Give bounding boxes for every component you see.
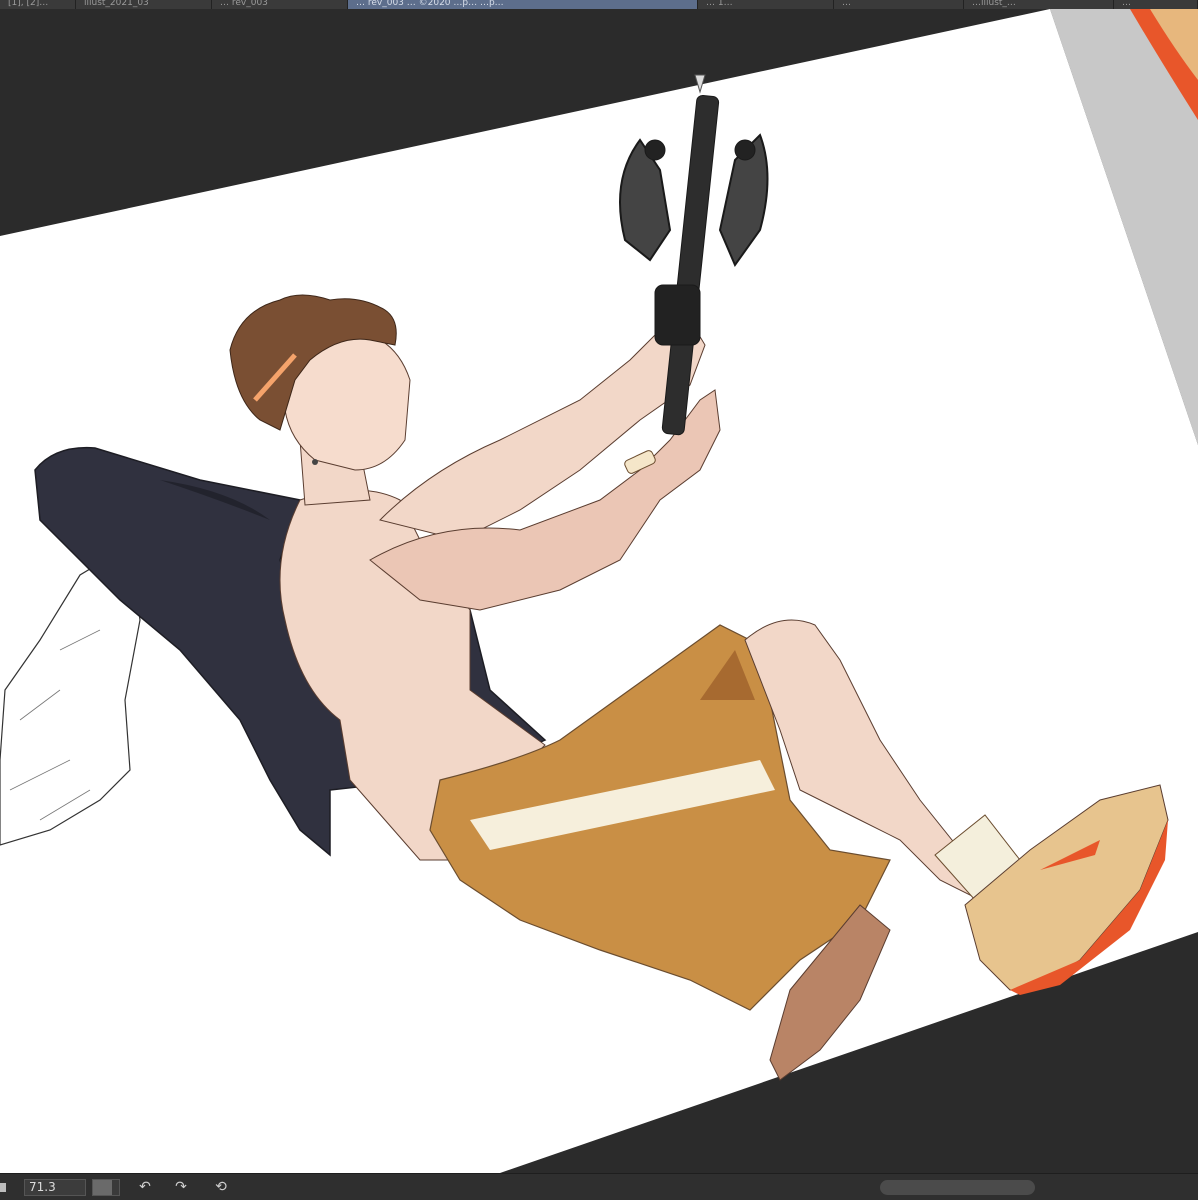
navigator-toggle[interactable]: [0, 1183, 6, 1192]
earring: [312, 459, 318, 465]
canvas-workspace[interactable]: [0, 9, 1198, 1173]
redo-icon[interactable]: ↷: [170, 1178, 192, 1197]
document-tab[interactable]: … 1…: [698, 0, 834, 9]
zoom-input[interactable]: 71.3: [24, 1179, 86, 1196]
document-tab-active[interactable]: … rev_003 … ©2020 …p… …p…: [348, 0, 698, 9]
document-tab[interactable]: …: [1114, 0, 1198, 9]
document-tab[interactable]: …illust_…: [964, 0, 1114, 9]
zoom-slider-fill: [93, 1180, 112, 1195]
zoom-slider[interactable]: [92, 1179, 120, 1196]
undo-icon[interactable]: ↶: [134, 1178, 156, 1197]
document-tab[interactable]: [1], [2]…: [0, 0, 76, 9]
document-tab-bar: [1], [2]… illust_2021_03 … rev_003 … rev…: [0, 0, 1198, 9]
status-bar: 71.3 ↶ ↷ ⟲: [0, 1173, 1198, 1200]
document-tab[interactable]: …: [834, 0, 964, 9]
horizontal-scrollbar[interactable]: [880, 1180, 1035, 1195]
canvas-artwork[interactable]: [0, 9, 1198, 1173]
document-tab[interactable]: … rev_003: [212, 0, 348, 9]
rotate-reset-icon[interactable]: ⟲: [210, 1178, 232, 1197]
document-tab[interactable]: illust_2021_03: [76, 0, 212, 9]
